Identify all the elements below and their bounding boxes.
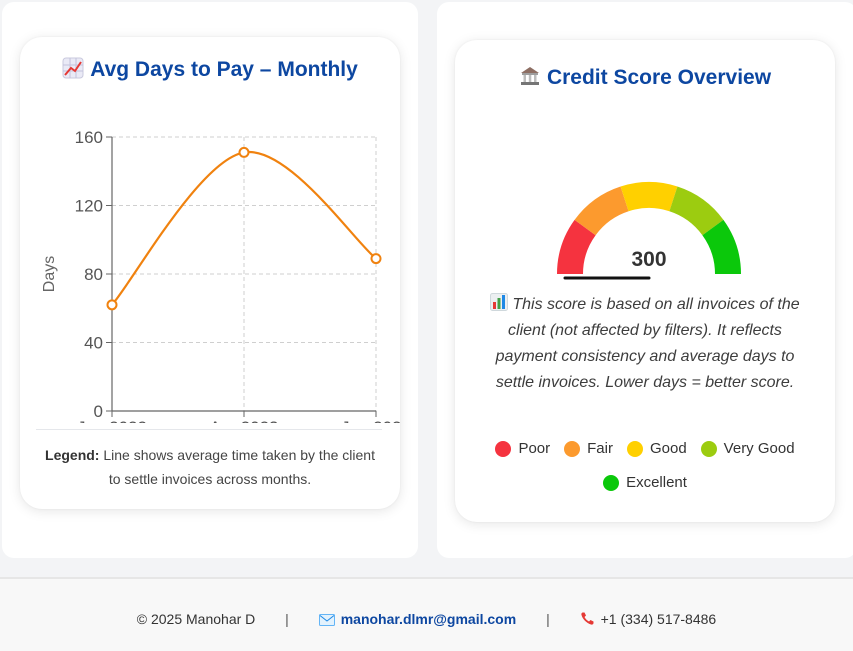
y-tick-label: 160 — [75, 128, 103, 147]
chart-legend-note: Legend: Line shows average time taken by… — [40, 443, 380, 491]
legend-item-poor: Poor — [495, 440, 550, 457]
chart-title: Avg Days to Pay – Monthly — [20, 57, 400, 82]
legend-item-fair: Fair — [564, 440, 613, 457]
chart-title-text: Avg Days to Pay – Monthly — [90, 58, 358, 81]
gauge-legend: Poor Fair Good Very Good Excellent — [475, 440, 815, 491]
email-link[interactable]: manohar.dlmr@gmail.com — [341, 611, 516, 627]
legend-item-very-good: Very Good — [700, 440, 795, 457]
chart-increasing-icon — [62, 57, 84, 79]
legend-text: Line shows average time taken by the cli… — [99, 447, 375, 487]
x-tick-label: Jun 2023 — [341, 418, 400, 423]
avg-days-chart-card: Avg Days to Pay – Monthly 04080120160Jun… — [20, 37, 400, 509]
legend-label: Very Good — [723, 440, 795, 457]
footer-row: © 2025 Manohar D | manohar.dlmr@gmail.co… — [0, 611, 853, 627]
line-chart: 04080120160Jun 2022Apr 2023Jun 2023Days — [41, 128, 400, 423]
legend-label: Legend: — [45, 447, 100, 463]
legend-label: Excellent — [626, 474, 687, 491]
credit-title-text: Credit Score Overview — [546, 66, 772, 89]
footer-separator: | — [546, 611, 550, 627]
score-note-text: This score is based on all invoices of t… — [495, 296, 800, 391]
email-icon — [318, 614, 335, 626]
credit-title: Credit Score Overview — [455, 65, 835, 90]
data-point — [106, 299, 118, 311]
phone-icon — [580, 612, 594, 625]
legend-dot — [626, 440, 643, 457]
legend-dot — [700, 440, 717, 457]
legend-label: Good — [649, 440, 687, 457]
credit-score-card: Credit Score Overview 300 This score is … — [455, 40, 835, 522]
x-tick-label: Apr 2023 — [210, 418, 279, 423]
data-point — [238, 146, 250, 158]
legend-dot — [564, 440, 581, 457]
card-divider — [36, 429, 382, 430]
y-axis-label: Days — [41, 256, 58, 292]
data-point — [370, 253, 382, 265]
bar-chart-icon — [490, 293, 509, 311]
bank-icon — [520, 67, 539, 85]
y-tick-label: 40 — [84, 334, 103, 353]
phone-text: +1 (334) 517-8486 — [600, 611, 717, 627]
legend-label: Poor — [518, 440, 551, 457]
legend-item-excellent: Excellent — [603, 474, 687, 491]
copyright-text: © 2025 Manohar D — [136, 611, 256, 627]
y-tick-label: 80 — [84, 265, 103, 284]
legend-dot — [603, 474, 620, 491]
y-tick-label: 120 — [75, 197, 103, 216]
footer-separator: | — [285, 611, 289, 627]
gauge-score: 300 — [631, 248, 666, 271]
credit-gauge: 300 — [557, 182, 741, 280]
legend-item-good: Good — [626, 440, 687, 457]
gauge-band-good — [620, 182, 678, 212]
score-note: This score is based on all invoices of t… — [487, 292, 803, 396]
footer: © 2025 Manohar D | manohar.dlmr@gmail.co… — [0, 577, 853, 651]
x-tick-label: Jun 2022 — [77, 418, 147, 423]
legend-label: Fair — [587, 440, 613, 457]
legend-dot — [495, 440, 512, 457]
